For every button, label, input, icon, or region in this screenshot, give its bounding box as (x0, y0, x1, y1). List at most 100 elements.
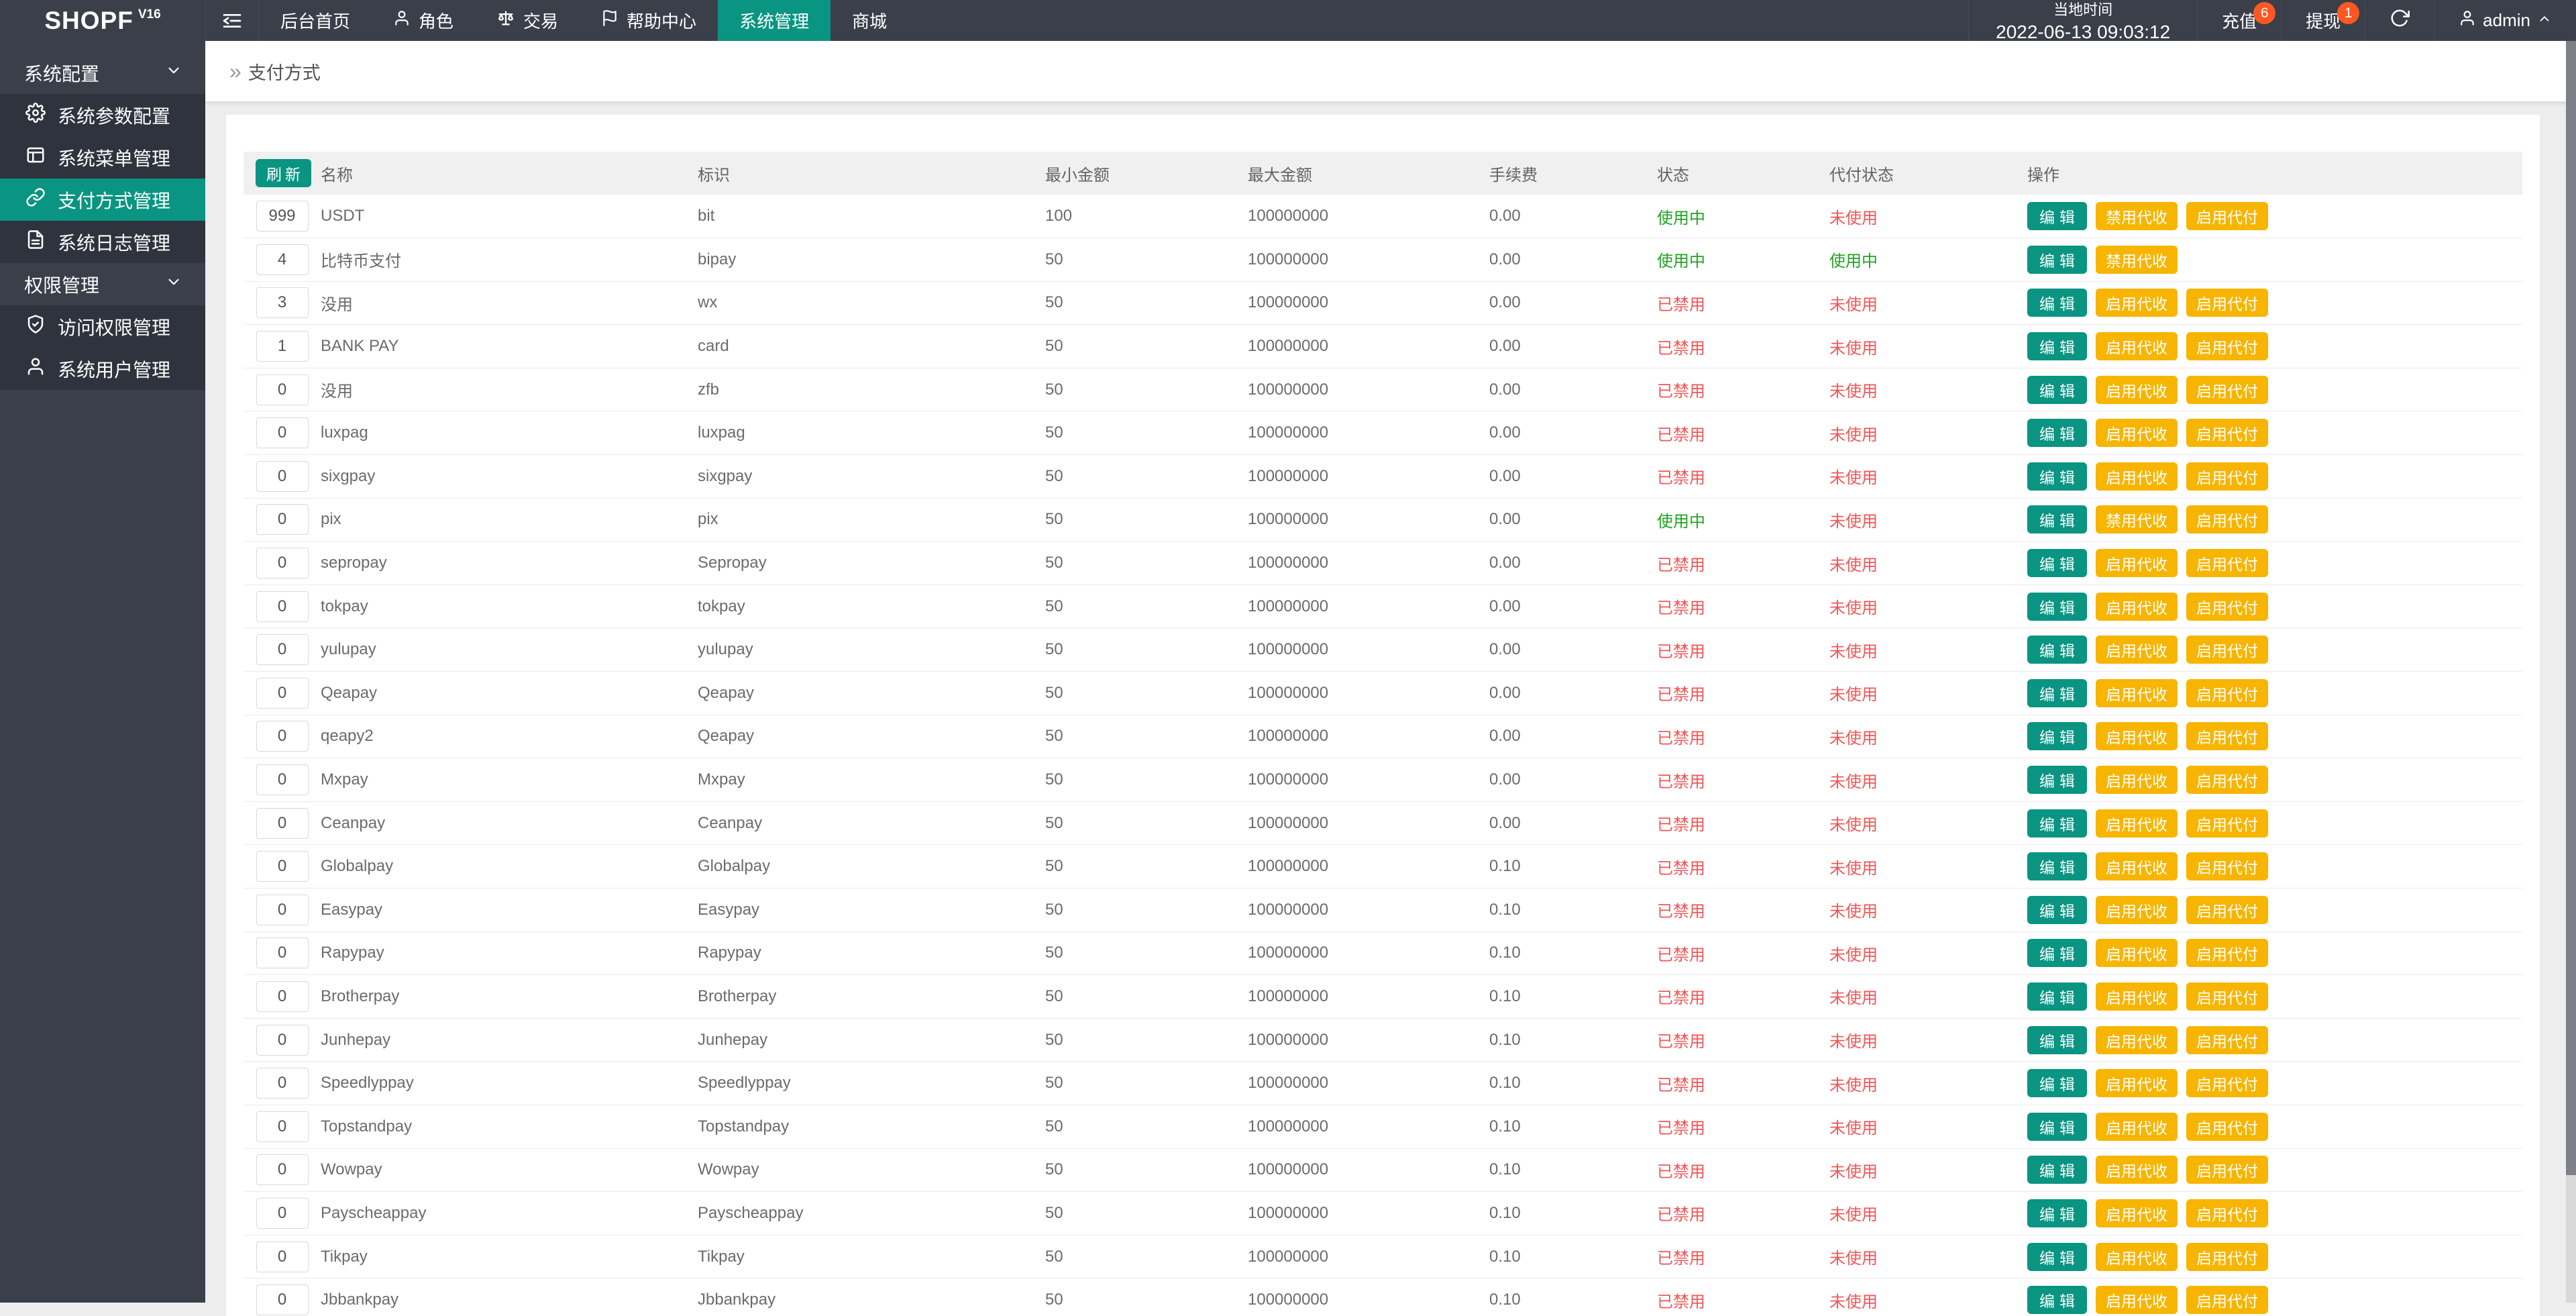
sort-id-input[interactable] (256, 374, 309, 405)
sort-id-input[interactable] (256, 201, 309, 232)
sort-id-input[interactable] (256, 1025, 309, 1056)
enable-collect-button[interactable]: 启用代收 (2096, 896, 2178, 924)
recharge-button[interactable]: 充值 6 (2197, 0, 2281, 41)
enable-pay-button[interactable]: 启用代付 (2186, 1243, 2268, 1271)
enable-collect-button[interactable]: 启用代收 (2096, 332, 2178, 360)
disable-collect-button[interactable]: 禁用代收 (2096, 246, 2178, 274)
sidebar-item-logs[interactable]: 系统日志管理 (0, 221, 205, 263)
enable-pay-button[interactable]: 启用代付 (2186, 636, 2268, 664)
enable-pay-button[interactable]: 启用代付 (2186, 549, 2268, 577)
enable-pay-button[interactable]: 启用代付 (2186, 1286, 2268, 1314)
edit-button[interactable]: 编辑 (2027, 505, 2087, 534)
sort-id-input[interactable] (256, 1198, 309, 1229)
edit-button[interactable]: 编辑 (2027, 593, 2087, 621)
enable-collect-button[interactable]: 启用代收 (2096, 1026, 2178, 1054)
refresh-table-button[interactable]: 刷新 (256, 159, 311, 187)
sort-id-input[interactable] (256, 851, 309, 882)
user-menu[interactable]: admin (2434, 0, 2576, 41)
scrollbar-thumb[interactable] (2566, 41, 2576, 1175)
sidebar-item-payments[interactable]: 支付方式管理 (0, 179, 205, 221)
sidebar-item-menus[interactable]: 系统菜单管理 (0, 136, 205, 179)
collapse-sidebar-icon[interactable] (205, 0, 259, 41)
edit-button[interactable]: 编辑 (2027, 246, 2087, 274)
edit-button[interactable]: 编辑 (2027, 419, 2087, 447)
enable-pay-button[interactable]: 启用代付 (2186, 505, 2268, 534)
refresh-page-button[interactable] (2365, 0, 2434, 41)
edit-button[interactable]: 编辑 (2027, 1286, 2087, 1314)
sort-id-input[interactable] (256, 678, 309, 709)
enable-collect-button[interactable]: 启用代收 (2096, 1113, 2178, 1141)
enable-collect-button[interactable]: 启用代收 (2096, 376, 2178, 404)
edit-button[interactable]: 编辑 (2027, 462, 2087, 491)
edit-button[interactable]: 编辑 (2027, 1069, 2087, 1097)
enable-pay-button[interactable]: 启用代付 (2186, 1069, 2268, 1097)
enable-pay-button[interactable]: 启用代付 (2186, 376, 2268, 404)
enable-collect-button[interactable]: 启用代收 (2096, 462, 2178, 491)
disable-collect-button[interactable]: 禁用代收 (2096, 202, 2178, 230)
enable-collect-button[interactable]: 启用代收 (2096, 679, 2178, 707)
enable-pay-button[interactable]: 启用代付 (2186, 982, 2268, 1011)
enable-pay-button[interactable]: 启用代付 (2186, 1199, 2268, 1227)
edit-button[interactable]: 编辑 (2027, 636, 2087, 664)
sort-id-input[interactable] (256, 1068, 309, 1099)
sort-id-input[interactable] (256, 1154, 309, 1185)
edit-button[interactable]: 编辑 (2027, 939, 2087, 967)
edit-button[interactable]: 编辑 (2027, 376, 2087, 404)
enable-collect-button[interactable]: 启用代收 (2096, 722, 2178, 750)
enable-collect-button[interactable]: 启用代收 (2096, 1199, 2178, 1227)
edit-button[interactable]: 编辑 (2027, 1113, 2087, 1141)
sort-id-input[interactable] (256, 1242, 309, 1272)
edit-button[interactable]: 编辑 (2027, 852, 2087, 880)
enable-pay-button[interactable]: 启用代付 (2186, 462, 2268, 491)
enable-pay-button[interactable]: 启用代付 (2186, 722, 2268, 750)
sidebar-item-params[interactable]: 系统参数配置 (0, 94, 205, 136)
sort-id-input[interactable] (256, 808, 309, 839)
edit-button[interactable]: 编辑 (2027, 202, 2087, 230)
edit-button[interactable]: 编辑 (2027, 289, 2087, 317)
edit-button[interactable]: 编辑 (2027, 896, 2087, 924)
enable-pay-button[interactable]: 启用代付 (2186, 939, 2268, 967)
vertical-scrollbar[interactable] (2566, 41, 2576, 1303)
enable-pay-button[interactable]: 启用代付 (2186, 593, 2268, 621)
enable-pay-button[interactable]: 启用代付 (2186, 289, 2268, 317)
edit-button[interactable]: 编辑 (2027, 1156, 2087, 1184)
enable-pay-button[interactable]: 启用代付 (2186, 202, 2268, 230)
enable-collect-button[interactable]: 启用代收 (2096, 636, 2178, 664)
enable-collect-button[interactable]: 启用代收 (2096, 1286, 2178, 1314)
sort-id-input[interactable] (256, 591, 309, 622)
edit-button[interactable]: 编辑 (2027, 1243, 2087, 1271)
enable-pay-button[interactable]: 启用代付 (2186, 332, 2268, 360)
enable-pay-button[interactable]: 启用代付 (2186, 896, 2268, 924)
withdraw-button[interactable]: 提现 1 (2281, 0, 2365, 41)
enable-collect-button[interactable]: 启用代收 (2096, 1069, 2178, 1097)
enable-collect-button[interactable]: 启用代收 (2096, 419, 2178, 447)
sort-id-input[interactable] (256, 461, 309, 492)
menu-item-mall[interactable]: 商城 (830, 0, 908, 41)
menu-item-system[interactable]: 系统管理 (718, 0, 830, 41)
sort-id-input[interactable] (256, 417, 309, 448)
sort-id-input[interactable] (256, 287, 309, 318)
enable-pay-button[interactable]: 启用代付 (2186, 679, 2268, 707)
menu-item-dashboard[interactable]: 后台首页 (259, 0, 372, 41)
enable-collect-button[interactable]: 启用代收 (2096, 1156, 2178, 1184)
sort-id-input[interactable] (256, 634, 309, 665)
menu-item-help[interactable]: 帮助中心 (580, 0, 718, 41)
menu-item-trade[interactable]: 交易 (475, 0, 580, 41)
enable-collect-button[interactable]: 启用代收 (2096, 1243, 2178, 1271)
edit-button[interactable]: 编辑 (2027, 332, 2087, 360)
edit-button[interactable]: 编辑 (2027, 982, 2087, 1011)
edit-button[interactable]: 编辑 (2027, 766, 2087, 794)
enable-pay-button[interactable]: 启用代付 (2186, 1113, 2268, 1141)
enable-collect-button[interactable]: 启用代收 (2096, 549, 2178, 577)
sort-id-input[interactable] (256, 721, 309, 752)
enable-pay-button[interactable]: 启用代付 (2186, 809, 2268, 838)
sort-id-input[interactable] (256, 1111, 309, 1142)
enable-pay-button[interactable]: 启用代付 (2186, 1156, 2268, 1184)
enable-collect-button[interactable]: 启用代收 (2096, 939, 2178, 967)
edit-button[interactable]: 编辑 (2027, 722, 2087, 750)
sort-id-input[interactable] (256, 1284, 309, 1315)
edit-button[interactable]: 编辑 (2027, 809, 2087, 838)
sort-id-input[interactable] (256, 504, 309, 535)
sidebar-item-access[interactable]: 访问权限管理 (0, 305, 205, 348)
sidebar-item-users[interactable]: 系统用户管理 (0, 348, 205, 390)
